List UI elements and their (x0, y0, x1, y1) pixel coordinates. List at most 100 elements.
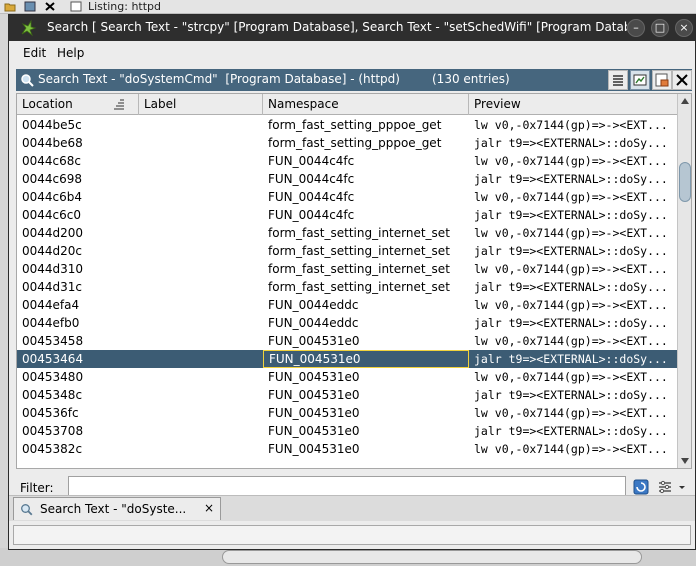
cell-label (139, 170, 263, 188)
scrollbar-thumb[interactable] (679, 162, 691, 202)
cell-label (139, 278, 263, 296)
table-row[interactable]: 00453708 FUN_004531e0 jalr t9=><EXTERNAL>:… (17, 422, 677, 440)
search-icon (21, 504, 33, 516)
tab-close-button[interactable]: × (204, 501, 214, 515)
cell-namespace: form_fast_setting_pppoe_get (268, 136, 442, 150)
cell-label (139, 152, 263, 170)
table-row[interactable]: 00453458 FUN_004531e0 lw v0,-0x7144(gp)=>-… (17, 332, 677, 350)
cell-label (139, 422, 263, 440)
cell-label (139, 134, 263, 152)
cell-preview: jalr t9=><EXTERNAL>::doSy... (474, 316, 668, 330)
filter-options-button[interactable] (656, 478, 674, 496)
status-bar (13, 525, 691, 545)
filter-options-icon (659, 480, 671, 494)
column-preview[interactable]: Preview (469, 94, 677, 115)
cell-label (139, 350, 263, 368)
window-titlebar[interactable]: Search [ Search Text - "strcpy" [Program… (9, 15, 695, 41)
window-close-button[interactable]: × (675, 19, 693, 37)
table-row[interactable]: 0044d310 form_fast_setting_internet_set lw… (17, 260, 677, 278)
table-row[interactable]: 0044c68c FUN_0044c4fc lw v0,-0x7144(gp)=>-… (17, 152, 677, 170)
cell-location: 0044be68 (22, 136, 83, 150)
search-window: Search [ Search Text - "strcpy" [Program… (8, 14, 696, 550)
chevron-down-icon (679, 486, 685, 489)
cell-label (139, 206, 263, 224)
table-row[interactable]: 0044c6b4 FUN_0044c4fc lw v0,-0x7144(gp)=>-… (17, 188, 677, 206)
panel-close-button[interactable] (672, 70, 692, 90)
search-icon (21, 74, 34, 87)
cell-namespace: FUN_004531e0 (268, 406, 360, 420)
background-scrollbar (222, 550, 642, 564)
cell-preview: jalr t9=><EXTERNAL>::doSy... (474, 244, 668, 258)
scroll-up-icon[interactable] (681, 98, 689, 104)
table-row[interactable]: 004536fc FUN_004531e0 lw v0,-0x7144(gp)=>-… (17, 404, 677, 422)
cell-label (139, 332, 263, 350)
snapshot-button[interactable] (630, 70, 650, 90)
cell-label (139, 440, 263, 458)
cell-namespace: FUN_004531e0 (268, 370, 360, 384)
table-row[interactable]: 0044d20c form_fast_setting_internet_set ja… (17, 242, 677, 260)
results-table: Location Label Namespace Preview 0044be5… (16, 93, 692, 469)
table-scrollbar[interactable] (677, 94, 691, 468)
select-icon (655, 73, 669, 87)
table-row[interactable]: 0044d31c form_fast_setting_internet_set ja… (17, 278, 677, 296)
cell-label (139, 116, 263, 134)
tab-search-doSystemCmd[interactable]: Search Text - "doSyste... × (13, 497, 221, 520)
cell-label (139, 404, 263, 422)
column-label[interactable]: Label (139, 94, 263, 115)
table-row[interactable]: 0044efb0 FUN_0044eddc jalr t9=><EXTERNAL>:… (17, 314, 677, 332)
table-row[interactable]: 00453480 FUN_004531e0 lw v0,-0x7144(gp)=>-… (17, 368, 677, 386)
filter-apply-button[interactable] (632, 478, 650, 496)
cell-namespace: FUN_0044eddc (268, 298, 359, 312)
window-title: Search [ Search Text - "strcpy" [Program… (47, 20, 627, 34)
cell-namespace: FUN_0044c4fc (268, 190, 355, 204)
table-row[interactable]: 0044efa4 FUN_0044eddc lw v0,-0x7144(gp)=>-… (17, 296, 677, 314)
cell-namespace: FUN_004531e0 (268, 388, 360, 402)
ghidra-dragon-icon (21, 19, 37, 37)
column-location[interactable]: Location (17, 94, 139, 115)
folder-icon (4, 3, 16, 12)
cell-location: 00453458 (22, 334, 84, 348)
cell-label (139, 368, 263, 386)
cell-preview: lw v0,-0x7144(gp)=>-><EXT... (474, 262, 668, 276)
cell-namespace: FUN_0044c4fc (268, 208, 355, 222)
cell-label (139, 386, 263, 404)
cell-location: 0045382c (22, 442, 83, 456)
table-row[interactable]: 0045382c FUN_004531e0 lw v0,-0x7144(gp)=>-… (17, 440, 677, 458)
table-row[interactable]: 0044c698 FUN_0044c4fc jalr t9=><EXTERNAL>:… (17, 170, 677, 188)
background-statusbar (0, 548, 696, 566)
table-row[interactable]: 0044be68 form_fast_setting_pppoe_get jalr … (17, 134, 677, 152)
table-row[interactable]: 00453464 FUN_004531e0 jalr t9=><EXTERNAL>:… (17, 350, 677, 368)
column-namespace[interactable]: Namespace (263, 94, 469, 115)
table-row[interactable]: 0044c6c0 FUN_0044c4fc jalr t9=><EXTERNAL>:… (17, 206, 677, 224)
cell-location: 0044d31c (22, 280, 83, 294)
filter-menu-button[interactable] (676, 478, 688, 496)
scroll-down-icon[interactable] (681, 458, 689, 464)
table-row[interactable]: 0044be5c form_fast_setting_pppoe_get lw v0… (17, 116, 677, 134)
table-row[interactable]: 0045348c FUN_004531e0 jalr t9=><EXTERNAL>:… (17, 386, 677, 404)
table-header: Location Label Namespace Preview (17, 94, 677, 115)
menubar: Edit Help (9, 41, 695, 65)
cell-namespace: form_fast_setting_internet_set (268, 226, 450, 240)
cell-location: 0044d200 (22, 226, 84, 240)
cell-preview: lw v0,-0x7144(gp)=>-><EXT... (474, 406, 668, 420)
maximize-button[interactable]: □ (651, 19, 669, 37)
cell-preview: jalr t9=><EXTERNAL>::doSy... (474, 280, 668, 294)
refresh-filter-icon (633, 479, 649, 495)
table-row[interactable]: 0044d200 form_fast_setting_internet_set lw… (17, 224, 677, 242)
cell-location: 0044c68c (22, 154, 82, 168)
cell-location: 0044d310 (22, 262, 84, 276)
cell-preview: lw v0,-0x7144(gp)=>-><EXT... (474, 118, 668, 132)
column-settings-button[interactable] (608, 70, 628, 90)
menu-edit[interactable]: Edit (23, 46, 46, 60)
menu-help[interactable]: Help (57, 46, 84, 60)
background-toolbar: Listing: httpd (0, 0, 696, 14)
sort-icon (114, 99, 124, 110)
minimize-button[interactable]: – (627, 19, 645, 37)
cell-namespace: FUN_004531e0 (268, 424, 360, 438)
entry-count: (130 entries) (432, 72, 510, 86)
make-selection-button[interactable] (652, 70, 672, 90)
panel-title: Search Text - "doSystemCmd" [Program Dat… (38, 72, 400, 86)
filter-label: Filter: (20, 481, 54, 495)
cell-label (139, 224, 263, 242)
list-icon (613, 75, 623, 86)
